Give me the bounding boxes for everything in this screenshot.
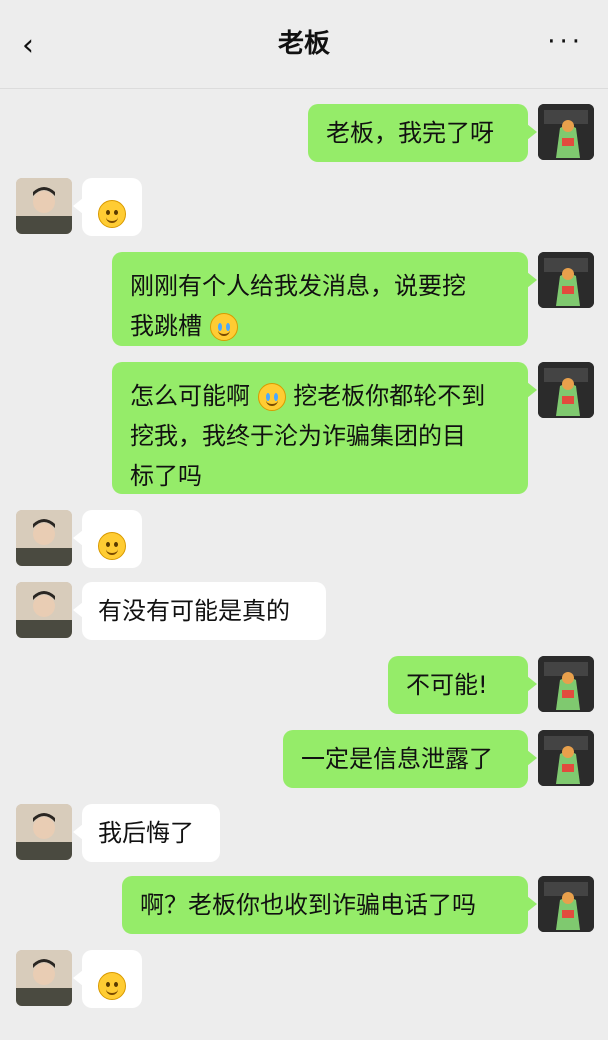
avatar-other[interactable] (16, 804, 72, 860)
avatar-me-image (538, 730, 594, 786)
message-bubble-me[interactable]: 怎么可能啊 挖老板你都轮不到 挖我，我终于沦为诈骗集团的目 标了吗 (112, 362, 537, 494)
crying-face-icon (209, 313, 238, 341)
smile-face-icon (98, 972, 126, 1000)
message-text: 我后悔了 (98, 819, 194, 847)
avatar-other-image (16, 178, 72, 234)
message-text: 挖老板你都轮不到 (293, 382, 486, 410)
message-text: 我跳槽 (130, 312, 202, 340)
avatar-me[interactable] (538, 252, 594, 308)
message-text: 啊？老板你也收到诈骗电话了吗 (140, 891, 476, 919)
avatar-other[interactable] (16, 582, 72, 638)
avatar-other[interactable] (16, 510, 72, 566)
avatar-me-image (538, 104, 594, 160)
message-bubble-other[interactable]: 我后悔了 (73, 804, 220, 862)
smile-face-icon (98, 532, 126, 560)
message-bubble-me[interactable]: 老板，我完了呀 (308, 104, 537, 162)
message-bubble-me[interactable]: 刚刚有个人给我发消息，说要挖 我跳槽 (112, 252, 537, 346)
message-bubble-other[interactable]: 有没有可能是真的 (73, 582, 326, 640)
chat-title: 老板 (277, 29, 330, 59)
message-bubble-me[interactable]: 啊？老板你也收到诈骗电话了吗 (122, 876, 537, 934)
message-text-line: 标了吗 (130, 462, 202, 490)
message-bubble-me[interactable]: 一定是信息泄露了 (283, 730, 537, 788)
avatar-me[interactable] (538, 362, 594, 418)
avatar-other-image (16, 950, 72, 1006)
message-text: 怎么可能啊 (130, 382, 250, 410)
avatar-other[interactable] (16, 178, 72, 234)
avatar-me-image (538, 362, 594, 418)
avatar-other-image (16, 582, 72, 638)
avatar-me[interactable] (538, 730, 594, 786)
avatar-me[interactable] (538, 876, 594, 932)
message-text: 有没有可能是真的 (98, 597, 290, 625)
more-options-icon[interactable]: ··· (547, 24, 584, 60)
crying-face-icon (257, 383, 286, 411)
message-text-line: 挖我，我终于沦为诈骗集团的目 (130, 422, 466, 450)
message-text: 一定是信息泄露了 (301, 745, 493, 773)
message-text: 老板，我完了呀 (326, 119, 494, 147)
top-navigation-bar: ‹ 老板 ··· (0, 0, 608, 89)
message-bubble-me[interactable]: 不可能! (388, 656, 537, 714)
message-bubble-other[interactable] (73, 950, 142, 1008)
avatar-me-image (538, 252, 594, 308)
message-text-line: 怎么可能啊 挖老板你都轮不到 (130, 376, 510, 416)
avatar-other-image (16, 510, 72, 566)
avatar-me-image (538, 876, 594, 932)
message-text: 不可能! (406, 671, 488, 699)
avatar-me[interactable] (538, 656, 594, 712)
message-bubble-other[interactable] (73, 178, 142, 236)
avatar-me[interactable] (538, 104, 594, 160)
message-bubble-other[interactable] (73, 510, 142, 568)
avatar-me-image (538, 656, 594, 712)
thinking-face-icon (98, 200, 126, 228)
message-text-line: 我跳槽 (130, 306, 510, 346)
avatar-other-image (16, 804, 72, 860)
avatar-other[interactable] (16, 950, 72, 1006)
message-text-line: 刚刚有个人给我发消息，说要挖 (130, 272, 466, 300)
